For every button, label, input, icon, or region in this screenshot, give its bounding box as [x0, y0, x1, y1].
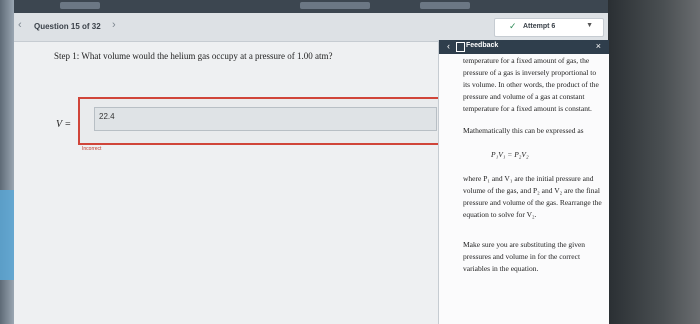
feedback-panel: ‹ Feedback × temperature for a fixed amo…: [438, 40, 609, 324]
answer-input[interactable]: 22.4: [94, 107, 437, 131]
check-circle-icon: ✓: [509, 21, 517, 31]
close-icon[interactable]: ×: [596, 41, 601, 51]
feedback-content: temperature for a fixed amount of gas, t…: [463, 55, 603, 275]
back-chevron-icon[interactable]: ‹: [447, 41, 450, 51]
question-nav-bar: ‹ Question 15 of 32 › ✓ Attempt 6 ▼: [14, 13, 608, 42]
step-label: Step 1:: [54, 51, 80, 61]
top-strip-tab: [60, 2, 100, 9]
question-text: What volume would the helium gas occupy …: [81, 51, 333, 61]
feedback-paragraph: Mathematically this can be expressed as: [463, 126, 584, 135]
top-strip-tab: [300, 2, 370, 9]
feedback-paragraph: Make sure you are substituting the given…: [463, 240, 586, 273]
bezel-highlight: [0, 190, 14, 280]
feedback-paragraph: where P₁ and V₁ are the initial pressure…: [463, 174, 602, 219]
attempt-dropdown[interactable]: ✓ Attempt 6 ▼: [494, 18, 604, 37]
feedback-header: ‹ Feedback ×: [439, 40, 609, 54]
question-prompt: Step 1: What volume would the helium gas…: [54, 51, 333, 61]
caret-down-icon: ▼: [586, 22, 593, 29]
feedback-title: Feedback: [466, 42, 499, 49]
next-question-chevron-icon[interactable]: ›: [112, 19, 116, 31]
screen-bezel-left: [0, 0, 14, 324]
feedback-paragraph: temperature for a fixed amount of gas, t…: [463, 56, 599, 113]
incorrect-status: Incorrect: [82, 146, 102, 152]
screen-bezel-right: [608, 0, 700, 324]
boyles-law-equation: P₁V₁ = P₂V₂: [491, 150, 529, 159]
question-counter: Question 15 of 32: [34, 22, 101, 31]
answer-variable-label: V =: [56, 119, 72, 130]
answer-box: 22.4: [78, 97, 455, 145]
previous-question-chevron-icon[interactable]: ‹: [18, 19, 22, 31]
browser-top-strip: [0, 0, 700, 13]
document-icon: [456, 42, 465, 52]
top-strip-tab: [420, 2, 470, 9]
attempt-label: Attempt 6: [523, 23, 556, 30]
quiz-page: ‹ Question 15 of 32 › ✓ Attempt 6 ▼ Step…: [14, 13, 609, 324]
